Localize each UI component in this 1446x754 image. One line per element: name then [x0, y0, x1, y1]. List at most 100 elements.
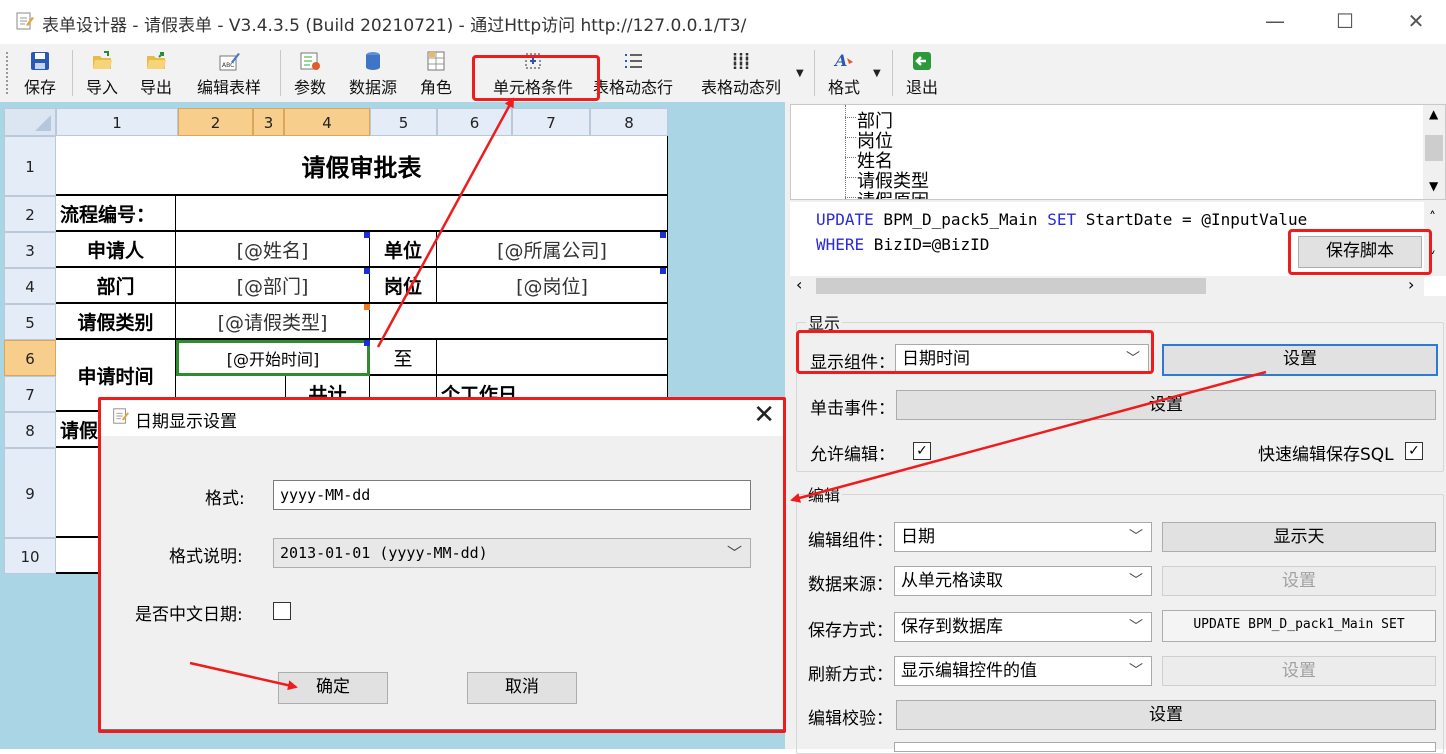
sql-line: UPDATE BPM_D_pack5_Main SET StartDate = … [816, 210, 1308, 229]
row-header[interactable]: 1 [4, 136, 56, 196]
click-event-label: 单击事件： [810, 399, 895, 419]
leave-type-label-cell[interactable]: 请假类别 [56, 304, 176, 340]
scroll-up-icon[interactable]: ▲ [1429, 107, 1438, 121]
title-bar: 表单设计器 - 请假表单 - V3.4.3.5 (Build 20210721)… [0, 0, 1446, 44]
show-day-button[interactable]: 显示天 [1162, 522, 1436, 552]
quick-save-sql-label: 快速编辑保存SQL [1258, 445, 1394, 465]
import-button[interactable]: 导入 [80, 48, 124, 98]
list-columns-icon [733, 53, 749, 69]
toolbar-separator [892, 50, 893, 96]
form-title-cell[interactable]: 请假审批表 [56, 136, 668, 196]
flow-no-cell[interactable]: 流程编号： [56, 196, 176, 232]
tree-item[interactable]: 请假原因 [857, 187, 929, 199]
cell-marker [364, 304, 370, 310]
scroll-up-icon[interactable]: ˄ [1429, 210, 1436, 226]
format-dropdown-icon[interactable]: ▼ [873, 68, 881, 79]
highlight-display-component [796, 330, 1154, 374]
column-header[interactable]: 1 [56, 108, 178, 136]
data-source-settings-button[interactable]: 设置 [1162, 566, 1436, 596]
allow-edit-checkbox[interactable]: ✓ [913, 442, 931, 460]
column-header[interactable]: 2 [178, 108, 253, 136]
role-button[interactable]: 角色 [414, 48, 458, 98]
edit-component-label: 编辑组件： [808, 531, 893, 551]
start-time-field-cell[interactable]: [@开始时间] [176, 340, 370, 376]
tree-branch [845, 197, 856, 198]
post-label-cell[interactable]: 岗位 [370, 268, 437, 304]
to-label-cell[interactable]: 至 [370, 340, 437, 376]
row-header[interactable]: 2 [4, 196, 56, 232]
unit-label-cell[interactable]: 单位 [370, 232, 437, 268]
dynamic-col-button[interactable]: 表格动态列 [694, 48, 788, 98]
scroll-down-icon[interactable]: ▼ [1429, 179, 1438, 193]
maximize-button[interactable]: ☐ [1325, 8, 1365, 34]
data-source-select[interactable]: 从单元格读取 ﹀ [894, 566, 1152, 596]
column-header[interactable]: 4 [284, 108, 370, 136]
params-button[interactable]: 参数 [288, 48, 332, 98]
row-header[interactable]: 7 [4, 376, 56, 412]
leave-type-field-cell[interactable]: [@请假类型] [176, 304, 370, 340]
exit-button[interactable]: 退出 [900, 48, 944, 98]
scroll-thumb[interactable] [1425, 135, 1443, 161]
display-settings-button[interactable]: 设置 [1162, 344, 1438, 376]
tree-branch [845, 177, 856, 178]
row-header[interactable]: 9 [4, 448, 56, 538]
dynamic-row-button[interactable]: 表格动态行 [586, 48, 680, 98]
datasource-button[interactable]: 数据源 [342, 48, 404, 98]
toolbar-separator [280, 50, 281, 96]
edit-component-select[interactable]: 日期 ﹀ [894, 522, 1152, 552]
refresh-mode-select[interactable]: 显示编辑控件的值 ﹀ [894, 656, 1152, 686]
post-field-cell[interactable]: [@岗位] [437, 268, 668, 304]
row-header[interactable]: 8 [4, 412, 56, 448]
row-header[interactable]: 3 [4, 232, 56, 268]
name-field-cell[interactable]: [@姓名] [176, 232, 370, 268]
dynamic-col-dropdown-icon[interactable]: ▼ [796, 68, 804, 79]
end-time-cell[interactable] [437, 340, 668, 376]
dept-field-cell[interactable]: [@部门] [176, 268, 370, 304]
column-header[interactable]: 8 [590, 108, 668, 136]
export-button[interactable]: 导出 [134, 48, 178, 98]
scroll-left-icon[interactable]: ‹ [796, 275, 802, 294]
window-title: 表单设计器 - 请假表单 - V3.4.3.5 (Build 20210721)… [42, 16, 747, 36]
leave-type-empty-cell[interactable] [370, 304, 668, 340]
tree-line [845, 105, 846, 199]
applicant-label-cell[interactable]: 申请人 [56, 232, 176, 268]
scroll-right-icon[interactable]: › [1408, 275, 1414, 294]
scroll-thumb[interactable] [816, 278, 1206, 294]
params-icon [300, 52, 320, 70]
edit-style-button[interactable]: ABC 编辑表样 [190, 48, 268, 98]
row-header[interactable]: 4 [4, 268, 56, 304]
minimize-button[interactable]: — [1255, 8, 1295, 34]
close-button[interactable]: ✕ [1396, 8, 1436, 34]
column-header[interactable]: 7 [512, 108, 590, 136]
next-field-partial[interactable] [894, 742, 1436, 752]
company-field-cell[interactable]: [@所属公司] [437, 232, 668, 268]
refresh-settings-button[interactable]: 设置 [1162, 656, 1436, 686]
column-header[interactable]: 6 [437, 108, 512, 136]
sql-hscrollbar[interactable]: ‹ › [790, 275, 1424, 296]
toolbar-grip[interactable] [6, 52, 9, 94]
save-sql-button[interactable]: UPDATE BPM_D_pack1_Main SET [1162, 610, 1436, 642]
chevron-down-icon: ﹀ [1129, 529, 1143, 545]
select-all-corner[interactable] [4, 108, 56, 136]
format-button[interactable]: A 格式 [822, 48, 866, 98]
exit-icon [913, 52, 931, 70]
edit-validate-settings-button[interactable]: 设置 [896, 700, 1436, 730]
cell-marker [660, 232, 666, 238]
row-header[interactable]: 10 [4, 538, 56, 574]
row-header[interactable]: 6 [4, 340, 56, 376]
dept-label-cell[interactable]: 部门 [56, 268, 176, 304]
save-button[interactable]: 保存 [18, 48, 62, 98]
quick-save-sql-checkbox[interactable]: ✓ [1405, 442, 1423, 460]
column-header[interactable]: 3 [253, 108, 284, 136]
role-grid-icon [427, 51, 445, 71]
column-header[interactable]: 5 [370, 108, 437, 136]
cell-marker [660, 268, 666, 274]
save-mode-select[interactable]: 保存到数据库 ﹀ [894, 612, 1152, 642]
font-format-icon: A [833, 51, 853, 70]
click-event-settings-button[interactable]: 设置 [896, 390, 1436, 420]
row-header[interactable]: 5 [4, 304, 56, 340]
flow-no-value-cell[interactable] [176, 196, 668, 232]
chevron-down-icon: ﹀ [1129, 663, 1143, 679]
field-tree[interactable]: 部门 岗位 姓名 请假类型 请假原因 ▲ ▼ [790, 104, 1446, 200]
tree-scrollbar[interactable]: ▲ ▼ [1423, 105, 1445, 199]
